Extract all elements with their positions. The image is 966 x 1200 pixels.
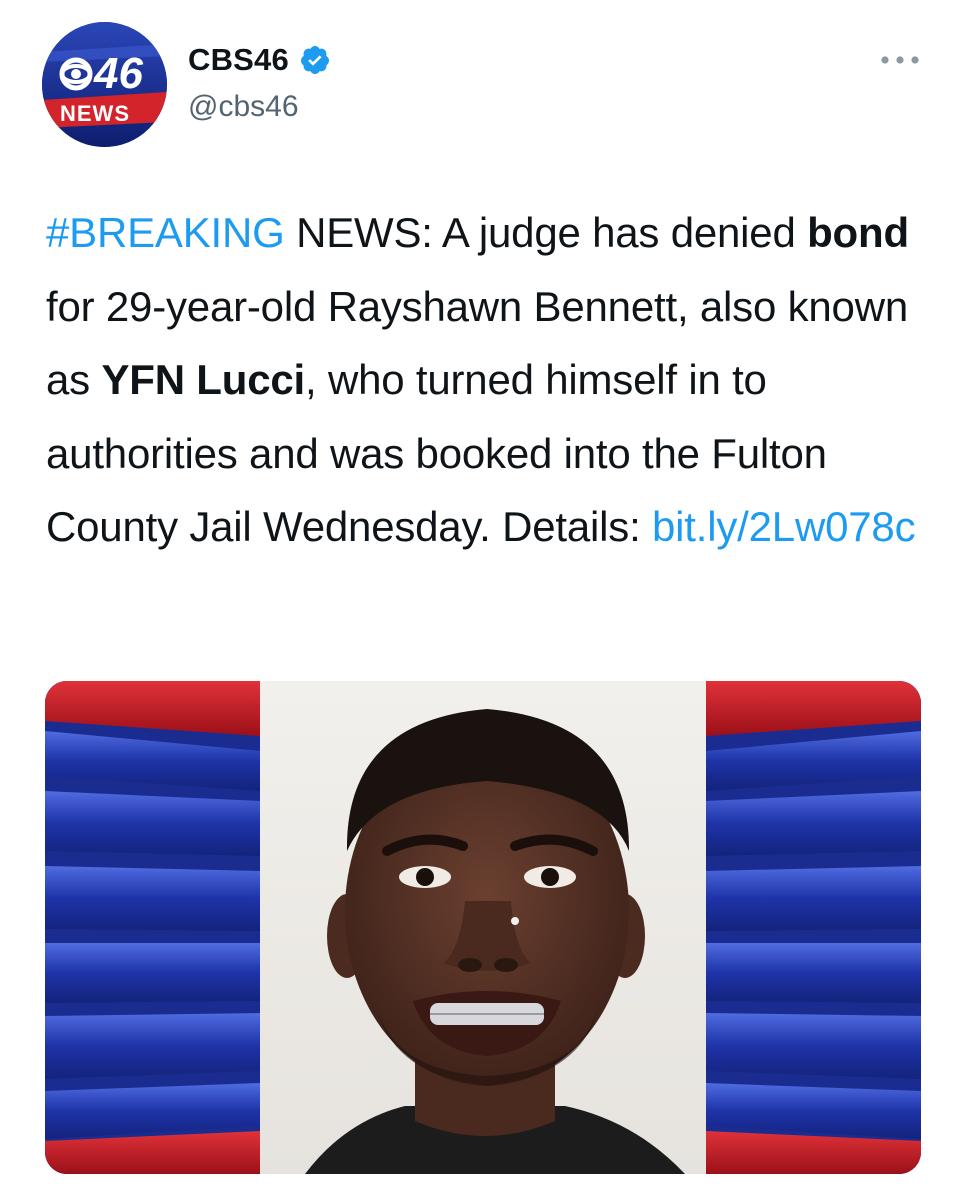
tweet-text-segment: NEWS: A judge has denied — [284, 209, 808, 256]
svg-text:NEWS: NEWS — [60, 101, 130, 126]
tweet-media-photo[interactable] — [45, 681, 921, 1174]
tweet-header: 46 NEWS CBS46 @cbs46 — [42, 22, 922, 147]
tweet-text: #BREAKING NEWS: A judge has denied bond … — [46, 196, 926, 564]
tweet-text-bold: YFN Lucci — [101, 356, 306, 403]
name-row: CBS46 — [188, 42, 331, 78]
display-name[interactable]: CBS46 — [188, 42, 289, 78]
cbs46-logo: 46 NEWS — [42, 22, 167, 147]
svg-text:46: 46 — [93, 49, 143, 98]
mugshot-image — [45, 681, 921, 1174]
user-handle[interactable]: @cbs46 — [188, 90, 299, 124]
tweet-text-bold: bond — [807, 209, 909, 256]
hashtag-link[interactable]: #BREAKING — [46, 209, 285, 256]
verified-badge-icon — [299, 44, 331, 76]
details-link[interactable]: bit.ly/2Lw078c — [652, 503, 916, 550]
avatar[interactable]: 46 NEWS — [42, 22, 167, 147]
more-horizontal-icon[interactable] — [878, 50, 922, 70]
